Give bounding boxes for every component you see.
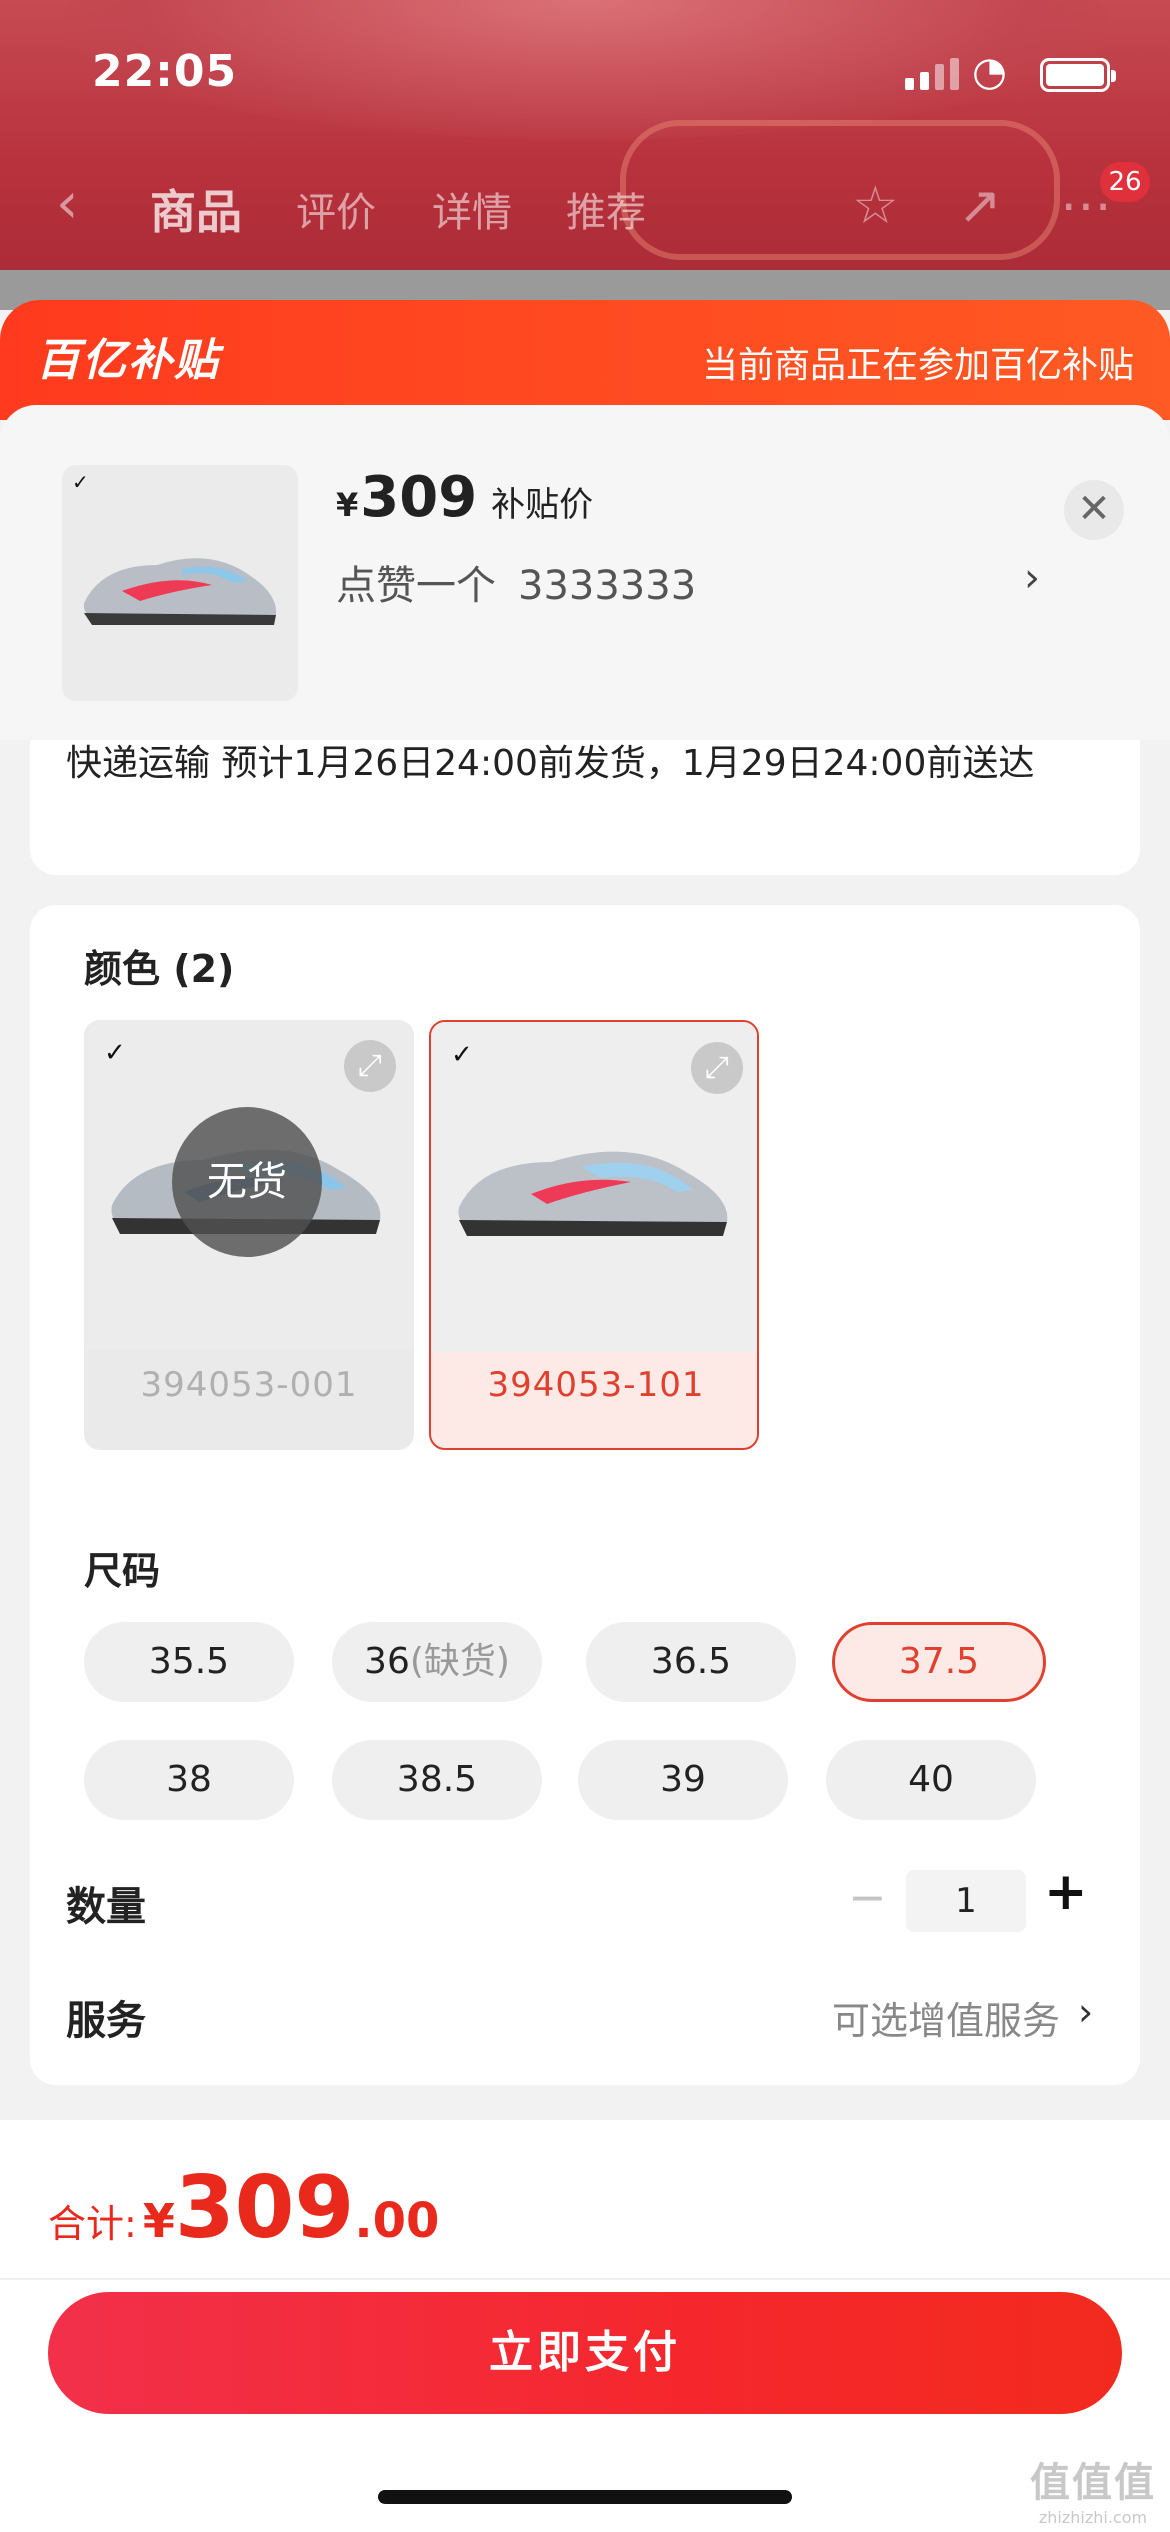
size-option-40[interactable]: 40 — [826, 1740, 1036, 1820]
quantity-label: 数量 — [66, 1884, 146, 1930]
total-amount-decimal: .00 — [354, 2193, 440, 2249]
size-label: 37.5 — [898, 1641, 980, 1682]
delivery-text: 快递运输 预计1月26日24:00前发货，1月29日24:00前送达 — [66, 743, 1035, 784]
subsidy-logo: 百亿补贴 — [36, 335, 220, 386]
size-option-35-5[interactable]: 35.5 — [84, 1622, 294, 1702]
product-nav-bar: ‹ 商品 评价 详情 推荐 ☆ ↗ ⋯ 26 — [0, 162, 1170, 242]
size-option-36[interactable]: 36(缺货) — [332, 1622, 542, 1702]
wifi-icon: ◔ — [972, 49, 1007, 95]
size-option-36-5[interactable]: 36.5 — [586, 1622, 796, 1702]
watermark: 值值值 zhizhizhi.com — [1018, 2450, 1168, 2527]
color-option-code: 394053-001 — [140, 1365, 358, 1405]
price-value: 309 — [360, 465, 478, 530]
status-bar: 22:05 ◔ — [0, 0, 1170, 140]
price-currency: ¥ — [336, 486, 359, 524]
brand-logo: ✓ — [451, 1040, 473, 1070]
quantity-decrease-button[interactable]: − — [848, 1870, 887, 1924]
total-currency: ¥ — [142, 2194, 175, 2248]
service-label: 服务 — [66, 1998, 146, 2044]
total-amount-integer: 309 — [174, 2158, 355, 2258]
tab-recommend[interactable]: 推荐 — [566, 180, 646, 238]
home-indicator[interactable] — [378, 2490, 792, 2504]
like-text: 点赞一个 — [336, 563, 496, 609]
price-label: 补贴价 — [491, 485, 594, 525]
size-stock-note: (缺货) — [409, 1641, 510, 1682]
color-option-code: 394053-101 — [487, 1365, 705, 1405]
tab-reviews[interactable]: 评价 — [296, 180, 376, 238]
size-label: 36 — [364, 1641, 410, 1682]
quantity-input[interactable]: 1 — [906, 1870, 1026, 1932]
subsidy-banner: 百亿补贴 当前商品正在参加百亿补贴 — [0, 300, 1170, 420]
brand-logo: ✓ — [104, 1038, 126, 1068]
size-label: 36.5 — [650, 1641, 732, 1682]
size-option-38[interactable]: 38 — [84, 1740, 294, 1820]
size-label: 35.5 — [148, 1641, 230, 1682]
subsidy-note: 当前商品正在参加百亿补贴 — [701, 345, 1134, 386]
size-label: 39 — [660, 1759, 706, 1800]
close-icon[interactable]: ✕ — [1064, 480, 1124, 540]
divider — [0, 2278, 1170, 2280]
like-code: 3333333 — [518, 563, 697, 609]
back-icon[interactable]: ‹ — [56, 176, 78, 232]
cellular-signal-icon — [905, 58, 959, 90]
size-option-37-5[interactable]: 37.5 — [832, 1622, 1046, 1702]
color-option-394053-101[interactable]: ✓ ⤢ 394053-101 — [429, 1020, 759, 1450]
size-label: 38 — [166, 1759, 212, 1800]
size-option-38-5[interactable]: 38.5 — [332, 1740, 542, 1820]
size-section-title: 尺码 — [84, 1549, 161, 1593]
total-label: 合计: — [48, 2202, 137, 2246]
size-label: 38.5 — [396, 1759, 478, 1800]
share-icon[interactable]: ↗ — [958, 176, 1002, 236]
selected-product-header: ✓ ¥ 309 补贴价 点赞一个 3333333 › — [0, 405, 1170, 740]
tab-details[interactable]: 详情 — [432, 180, 512, 238]
service-value[interactable]: 可选增值服务 — [832, 1990, 1060, 2045]
total-price: 合计: ¥ 309 .00 — [48, 2158, 439, 2258]
price-line: ¥ 309 补贴价 — [336, 465, 593, 530]
favorite-star-icon[interactable]: ☆ — [852, 176, 899, 236]
delivery-card: 快递运输 预计1月26日24:00前发货，1月29日24:00前送达 — [30, 740, 1140, 875]
tab-product[interactable]: 商品 — [150, 176, 242, 242]
status-time: 22:05 — [92, 46, 238, 97]
cart-count-badge: 26 — [1100, 162, 1150, 202]
size-option-39[interactable]: 39 — [578, 1740, 788, 1820]
chevron-right-icon[interactable]: › — [1078, 1990, 1093, 2034]
svg-text:✓: ✓ — [72, 470, 89, 494]
color-section-title: 颜色 (2) — [84, 947, 235, 991]
expand-icon[interactable]: ⤢ — [344, 1040, 396, 1092]
battery-icon — [1040, 58, 1116, 92]
watermark-url: zhizhizhi.com — [1038, 2508, 1148, 2527]
pay-now-button[interactable]: 立即支付 — [48, 2292, 1122, 2414]
like-row[interactable]: 点赞一个 3333333 — [336, 553, 696, 611]
quantity-increase-button[interactable]: + — [1044, 1862, 1088, 1922]
watermark-logo: 值值值 — [1030, 2460, 1156, 2506]
size-label: 40 — [908, 1759, 954, 1800]
chevron-right-icon[interactable]: › — [1024, 555, 1040, 601]
expand-icon[interactable]: ⤢ — [691, 1042, 743, 1094]
out-of-stock-badge: 无货 — [172, 1107, 322, 1257]
product-thumbnail[interactable]: ✓ — [62, 465, 298, 701]
checkout-bar: 合计: ¥ 309 .00 立即支付 — [0, 2120, 1170, 2532]
